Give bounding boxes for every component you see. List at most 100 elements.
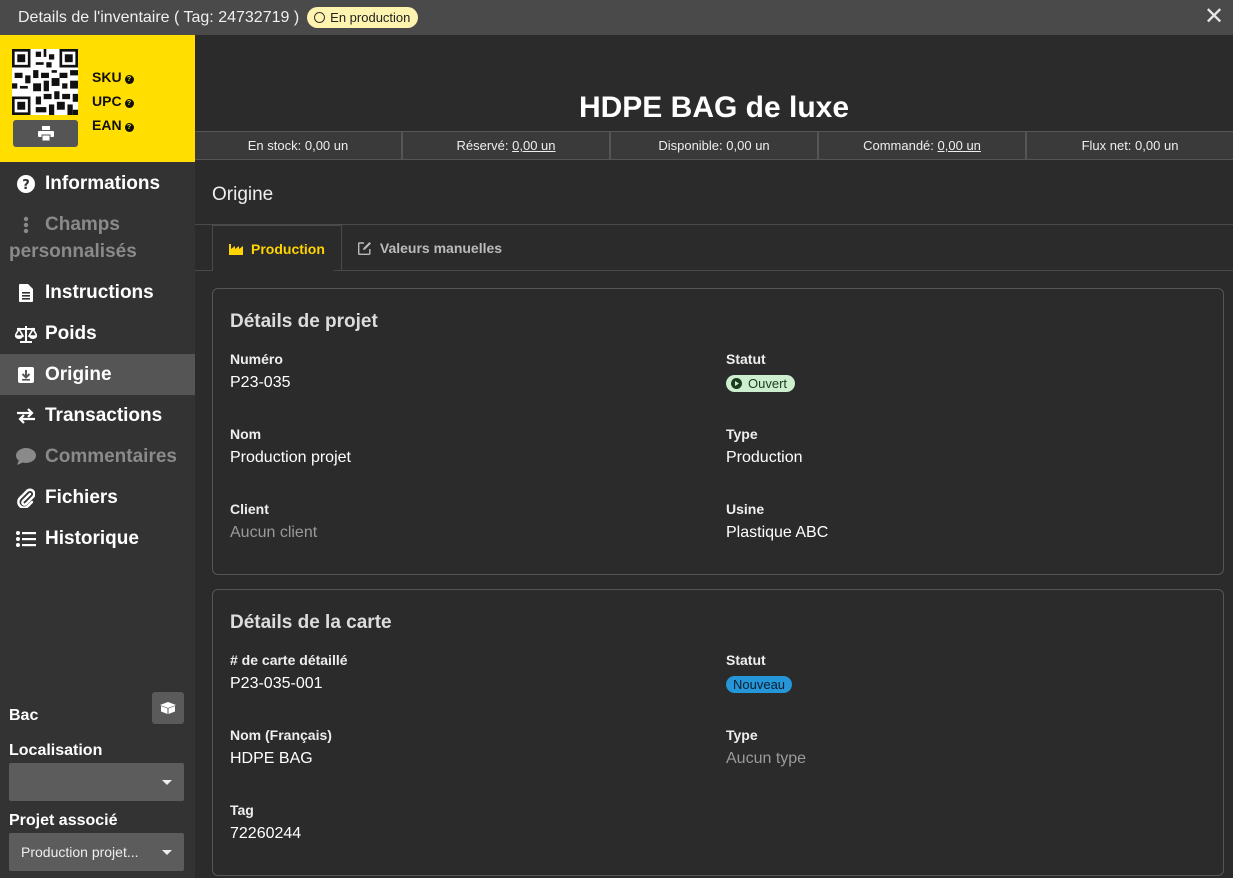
field-statut: Statut Ouvert [726, 351, 796, 394]
nom-value: Production projet [230, 449, 351, 466]
status-badge: En production [307, 7, 419, 28]
card-title: Détails de projet [230, 311, 378, 332]
sidebar-item-commentaires[interactable]: Commentaires [0, 436, 195, 477]
sidebar-item-champs-personnalises[interactable]: Champs personnalisés [0, 204, 195, 272]
sidebar-item-instructions[interactable]: Instructions [0, 272, 195, 313]
status-badge: Ouvert [726, 375, 796, 392]
vertical-ellipsis-icon [15, 216, 37, 234]
sidebar-item-label-2: personnalisés [9, 241, 137, 262]
field-type: Type Production [726, 426, 803, 466]
type-value: Aucun type [726, 750, 807, 767]
field-nom: Nom Production projet [230, 426, 351, 466]
sidebar-item-origine[interactable]: Origine [0, 354, 195, 395]
print-button[interactable] [13, 120, 78, 147]
stat-flux-net-value: 0,00 un [1135, 138, 1179, 153]
stat-en-stock: En stock: 0,00 un [247, 138, 349, 153]
field-usine: Usine Plastique ABC [726, 501, 829, 541]
upc-row[interactable]: UPC? [92, 89, 134, 113]
qr-code-icon [12, 49, 78, 115]
sidebar-item-label: Historique [45, 527, 139, 549]
circle-icon [314, 12, 326, 23]
type-value: Production [726, 449, 803, 466]
sidebar-item-fichiers[interactable]: Fichiers [0, 477, 195, 518]
download-box-icon [15, 366, 37, 383]
identifier-panel: SKU? UPC? EAN? [0, 35, 195, 162]
ean-row[interactable]: EAN? [92, 113, 134, 137]
tag-value: 72260244 [230, 825, 302, 842]
product-name: HDPE BAG de luxe [578, 91, 850, 124]
title-bar: Details de l'inventaire ( Tag: 24732719 … [0, 0, 1233, 35]
projet-associe-select[interactable]: Production projet... [9, 833, 184, 871]
status-badge-label: En production [330, 10, 411, 25]
stat-flux-net: Flux net: 0,00 un [1025, 132, 1233, 159]
sku-row[interactable]: SKU? [92, 65, 134, 89]
question-circle-icon: ? [15, 174, 37, 193]
field-carte: # de carte détaillé P23-035-001 [230, 652, 348, 692]
numero-value: P23-035 [230, 374, 291, 391]
document-icon [15, 283, 37, 302]
tab-valeurs-manuelles[interactable]: Valeurs manuelles [342, 225, 518, 270]
field-type: Type Aucun type [726, 727, 807, 767]
paperclip-icon [15, 488, 37, 508]
factory-icon [229, 243, 243, 255]
svg-text:?: ? [22, 178, 30, 193]
section-title: Origine [212, 184, 274, 205]
localisation-label: Localisation [9, 742, 103, 759]
stat-disponible-value: 0,00 un [726, 138, 770, 153]
tab-production[interactable]: Production [212, 225, 342, 271]
card-details-card: Détails de la carte # de carte détaillé … [212, 589, 1224, 876]
bac-label: Bac [9, 707, 39, 724]
localisation-select[interactable] [9, 763, 184, 801]
identifier-codes: SKU? UPC? EAN? [92, 65, 134, 137]
caret-down-icon [162, 850, 172, 855]
card-title: Détails de la carte [230, 612, 392, 633]
sidebar: SKU? UPC? EAN? ? Informations Champs per… [0, 35, 195, 878]
stat-reserve-link[interactable]: 0,00 un [512, 138, 555, 153]
bac-button[interactable] [152, 692, 184, 724]
sidebar-item-label: Transactions [45, 404, 163, 426]
stat-commande-link[interactable]: 0,00 un [938, 138, 981, 153]
tab-label: Valeurs manuelles [379, 239, 503, 256]
close-icon[interactable]: ✕ [1201, 3, 1227, 31]
sidebar-item-label: Champs [45, 214, 120, 235]
sidebar-item-label: Fichiers [45, 486, 118, 508]
help-icon[interactable]: ? [124, 123, 134, 132]
sidebar-item-label: Origine [45, 363, 112, 385]
printer-icon [37, 126, 54, 141]
field-tag: Tag 72260244 [230, 802, 302, 842]
boxes-icon [160, 702, 176, 714]
client-value: Aucun client [230, 524, 318, 541]
sidebar-item-label: Instructions [45, 281, 154, 303]
field-client: Client Aucun client [230, 501, 318, 541]
window-title: Details de l'inventaire ( Tag: 24732719 … [18, 8, 300, 26]
stock-stats-bar: En stock: 0,00 un Réservé: 0,00 un Dispo… [195, 131, 1233, 160]
field-nom-francais: Nom (Français) HDPE BAG [230, 727, 332, 767]
help-icon[interactable]: ? [124, 99, 134, 108]
play-circle-icon [731, 378, 742, 389]
sidebar-item-historique[interactable]: Historique [0, 518, 195, 559]
balance-scale-icon [15, 325, 37, 343]
comment-icon [15, 448, 37, 465]
project-details-card: Détails de projet Numéro P23-035 Statut … [212, 288, 1224, 575]
caret-down-icon [162, 780, 172, 785]
sidebar-item-label: Commentaires [45, 445, 177, 467]
usine-value: Plastique ABC [726, 524, 829, 541]
exchange-arrows-icon [15, 407, 37, 424]
field-numero: Numéro P23-035 [230, 351, 291, 391]
nom-francais-value: HDPE BAG [230, 750, 313, 767]
carte-value: P23-035-001 [230, 675, 323, 692]
ean-label: EAN [92, 117, 122, 133]
help-icon[interactable]: ? [124, 75, 134, 84]
edit-icon [357, 241, 371, 255]
origin-tabs: Production Valeurs manuelles [212, 225, 518, 271]
sidebar-item-label: Informations [45, 172, 161, 194]
sidebar-item-poids[interactable]: Poids [0, 313, 195, 354]
sidebar-item-transactions[interactable]: Transactions [0, 395, 195, 436]
sidebar-item-informations[interactable]: ? Informations [0, 163, 195, 204]
status-badge: Nouveau [726, 676, 793, 693]
sidebar-item-label: Poids [45, 322, 97, 344]
list-icon [15, 530, 37, 547]
stat-en-stock-value: 0,00 un [304, 138, 349, 153]
field-statut: Statut Nouveau [726, 652, 793, 694]
stat-disponible: Disponible: 0,00 un [609, 132, 817, 159]
